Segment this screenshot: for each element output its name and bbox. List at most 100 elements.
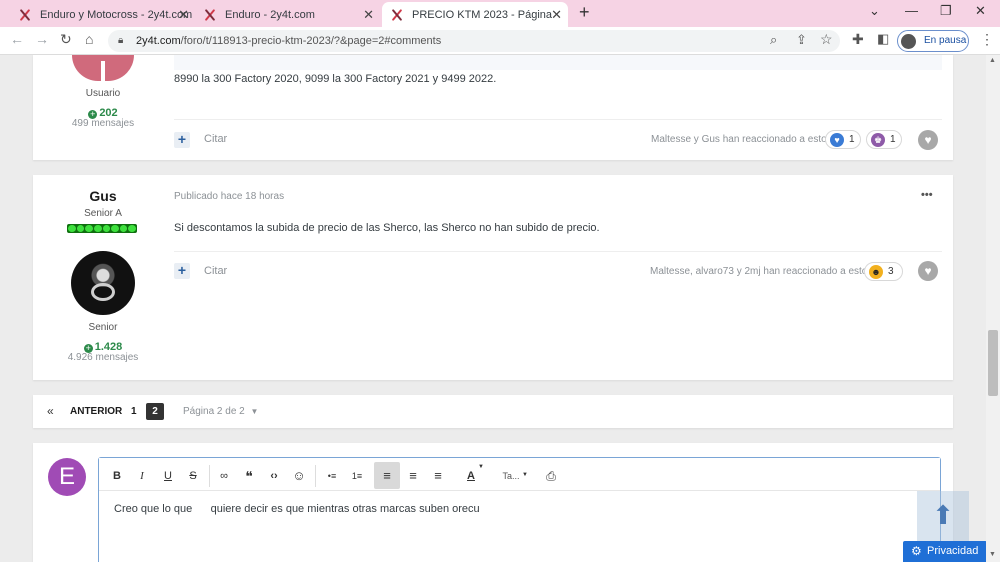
avatar-glyph xyxy=(91,283,115,301)
caret-down-icon: ▼ xyxy=(522,472,528,478)
message-count: 4.926 mensajes xyxy=(67,352,139,363)
trophy-icon: ♚ xyxy=(871,133,885,147)
extensions-puzzle-icon[interactable]: ✚ xyxy=(852,31,864,48)
align-right-button[interactable]: ≡ xyxy=(431,467,445,485)
reaction-count: 3 xyxy=(888,266,894,277)
laugh-emoji-icon: ☻ xyxy=(869,265,883,279)
tab-title: Enduro - 2y4t.com xyxy=(225,8,315,21)
like-heart-icon: ♥ xyxy=(830,133,844,147)
strikethrough-button[interactable]: S xyxy=(186,467,200,485)
reactions-summary[interactable]: Maltesse, alvaro73 y 2mj han reaccionado… xyxy=(650,266,867,277)
post-options-icon[interactable]: ••• xyxy=(921,189,933,201)
first-page-icon[interactable]: « xyxy=(47,404,54,418)
site-favicon-icon xyxy=(203,8,217,22)
rank-pips xyxy=(67,224,137,233)
tab-enduro[interactable]: Enduro - 2y4t.com ✕ xyxy=(195,2,380,27)
quote-button[interactable]: Citar xyxy=(204,265,227,277)
bold-button[interactable]: B xyxy=(110,467,124,485)
close-tab-icon[interactable]: ✕ xyxy=(551,7,562,23)
post-timestamp[interactable]: Publicado hace 18 horas xyxy=(174,191,284,202)
avatar[interactable]: E xyxy=(48,458,86,496)
site-favicon-icon xyxy=(390,8,404,22)
react-heart-button[interactable]: ♥ xyxy=(918,261,938,281)
user-role: Usuario xyxy=(85,88,121,99)
menu-kebab-icon[interactable]: ⋮ xyxy=(980,31,994,48)
side-panel-icon[interactable]: ◧ xyxy=(877,31,889,47)
reaction-pill-trophy[interactable]: ♚ 1 xyxy=(866,130,902,149)
user-rank: Senior A xyxy=(84,208,122,219)
divider xyxy=(174,251,942,252)
preview-icon[interactable]: ⎙ xyxy=(544,467,558,485)
reaction-count: 1 xyxy=(890,134,896,145)
page-jump-dropdown[interactable]: Página 2 de 2 ▼ xyxy=(183,406,258,417)
scrollbar-track[interactable] xyxy=(986,55,1000,562)
align-center-button[interactable]: ≡ xyxy=(406,467,420,485)
toolbar-separator xyxy=(315,465,316,487)
profile-button[interactable]: En pausa xyxy=(897,30,969,52)
emoji-icon[interactable]: ☺ xyxy=(292,467,306,485)
font-size-dropdown[interactable]: Ta... xyxy=(500,467,522,485)
page-2-current[interactable]: 2 xyxy=(146,403,164,420)
multiquote-plus-button[interactable]: + xyxy=(174,132,190,148)
user-role: Senior xyxy=(88,322,118,333)
quote-block xyxy=(174,55,942,70)
reaction-pill-like[interactable]: ♥ 1 xyxy=(825,130,861,149)
divider xyxy=(174,119,942,120)
quote-button[interactable]: Citar xyxy=(204,133,227,145)
scrollbar-thumb[interactable] xyxy=(988,330,998,396)
underline-button[interactable]: U xyxy=(161,467,175,485)
scroll-down-arrow-icon[interactable]: ▼ xyxy=(989,551,996,558)
code-icon[interactable]: ‹› xyxy=(266,467,282,485)
author-name[interactable]: Gus xyxy=(33,188,173,204)
previous-page-button[interactable]: ANTERIOR xyxy=(70,406,122,417)
profile-avatar xyxy=(901,34,916,49)
bulleted-list-icon[interactable]: •≡ xyxy=(324,467,340,485)
link-icon[interactable]: ∞ xyxy=(217,467,231,485)
share-icon[interactable]: ⇪ xyxy=(796,32,807,48)
post-text: 8990 la 300 Factory 2020, 9099 la 300 Fa… xyxy=(174,73,497,85)
page-1-link[interactable]: 1 xyxy=(131,406,137,417)
pagination-bar xyxy=(33,395,953,428)
privacy-label: Privacidad xyxy=(927,545,979,557)
text-color-button[interactable]: A xyxy=(464,467,478,485)
tab-search-chevron-icon[interactable]: ⌄ xyxy=(869,3,880,19)
back-icon[interactable]: ← xyxy=(10,31,24,47)
reaction-pill-laugh[interactable]: ☻ 3 xyxy=(864,262,903,281)
privacy-button[interactable]: ⚙ Privacidad xyxy=(903,541,987,562)
home-icon[interactable]: ⌂ xyxy=(85,31,93,47)
tab-title: Enduro y Motocross - 2y4t.com xyxy=(40,8,193,21)
italic-button[interactable]: I xyxy=(135,467,149,485)
forward-icon[interactable]: → xyxy=(35,31,49,47)
lock-icon: 🔒︎ xyxy=(118,35,124,46)
gear-icon: ⚙ xyxy=(911,544,922,558)
tab-precio-ktm[interactable]: PRECIO KTM 2023 - Página 2 - En ✕ xyxy=(382,2,568,27)
maximize-icon[interactable]: ❐ xyxy=(940,3,952,19)
address-bar[interactable]: 🔒︎ 2y4t.com/foro/t/118913-precio-ktm-202… xyxy=(108,30,840,52)
close-window-icon[interactable]: ✕ xyxy=(975,3,986,19)
quote-icon[interactable]: ❝ xyxy=(242,467,256,485)
reactions-summary[interactable]: Maltesse y Gus han reaccionado a esto xyxy=(651,134,827,145)
avatar-glyph xyxy=(101,61,105,81)
numbered-list-icon[interactable]: 1≡ xyxy=(349,467,365,485)
close-tab-icon[interactable]: ✕ xyxy=(178,7,189,23)
url-host: 2y4t.com xyxy=(136,35,181,47)
reaction-count: 1 xyxy=(849,134,855,145)
reload-icon[interactable]: ↻ xyxy=(60,31,72,48)
close-tab-icon[interactable]: ✕ xyxy=(363,7,374,23)
caret-down-icon: ▼ xyxy=(478,464,484,470)
multiquote-plus-button[interactable]: + xyxy=(174,263,190,279)
message-count: 499 mensajes xyxy=(71,118,135,129)
tab-enduro-motocross[interactable]: Enduro y Motocross - 2y4t.com ✕ xyxy=(10,2,195,27)
avatar[interactable] xyxy=(71,251,135,315)
zoom-icon[interactable]: ⌕ xyxy=(770,32,777,48)
react-heart-button[interactable]: ♥ xyxy=(918,130,938,150)
page-of-label: Página 2 de 2 xyxy=(183,406,245,417)
bookmark-star-icon[interactable]: ☆ xyxy=(820,31,833,48)
scroll-to-top-button[interactable]: ⬆ xyxy=(917,491,969,541)
scroll-up-arrow-icon[interactable]: ▲ xyxy=(989,57,996,64)
new-tab-icon[interactable]: + xyxy=(579,2,590,23)
reply-text[interactable]: Creo que lo que quiere decir es que mien… xyxy=(114,503,480,515)
site-favicon-icon xyxy=(18,8,32,22)
minimize-icon[interactable]: — xyxy=(905,3,918,18)
caret-down-icon: ▼ xyxy=(250,407,259,416)
